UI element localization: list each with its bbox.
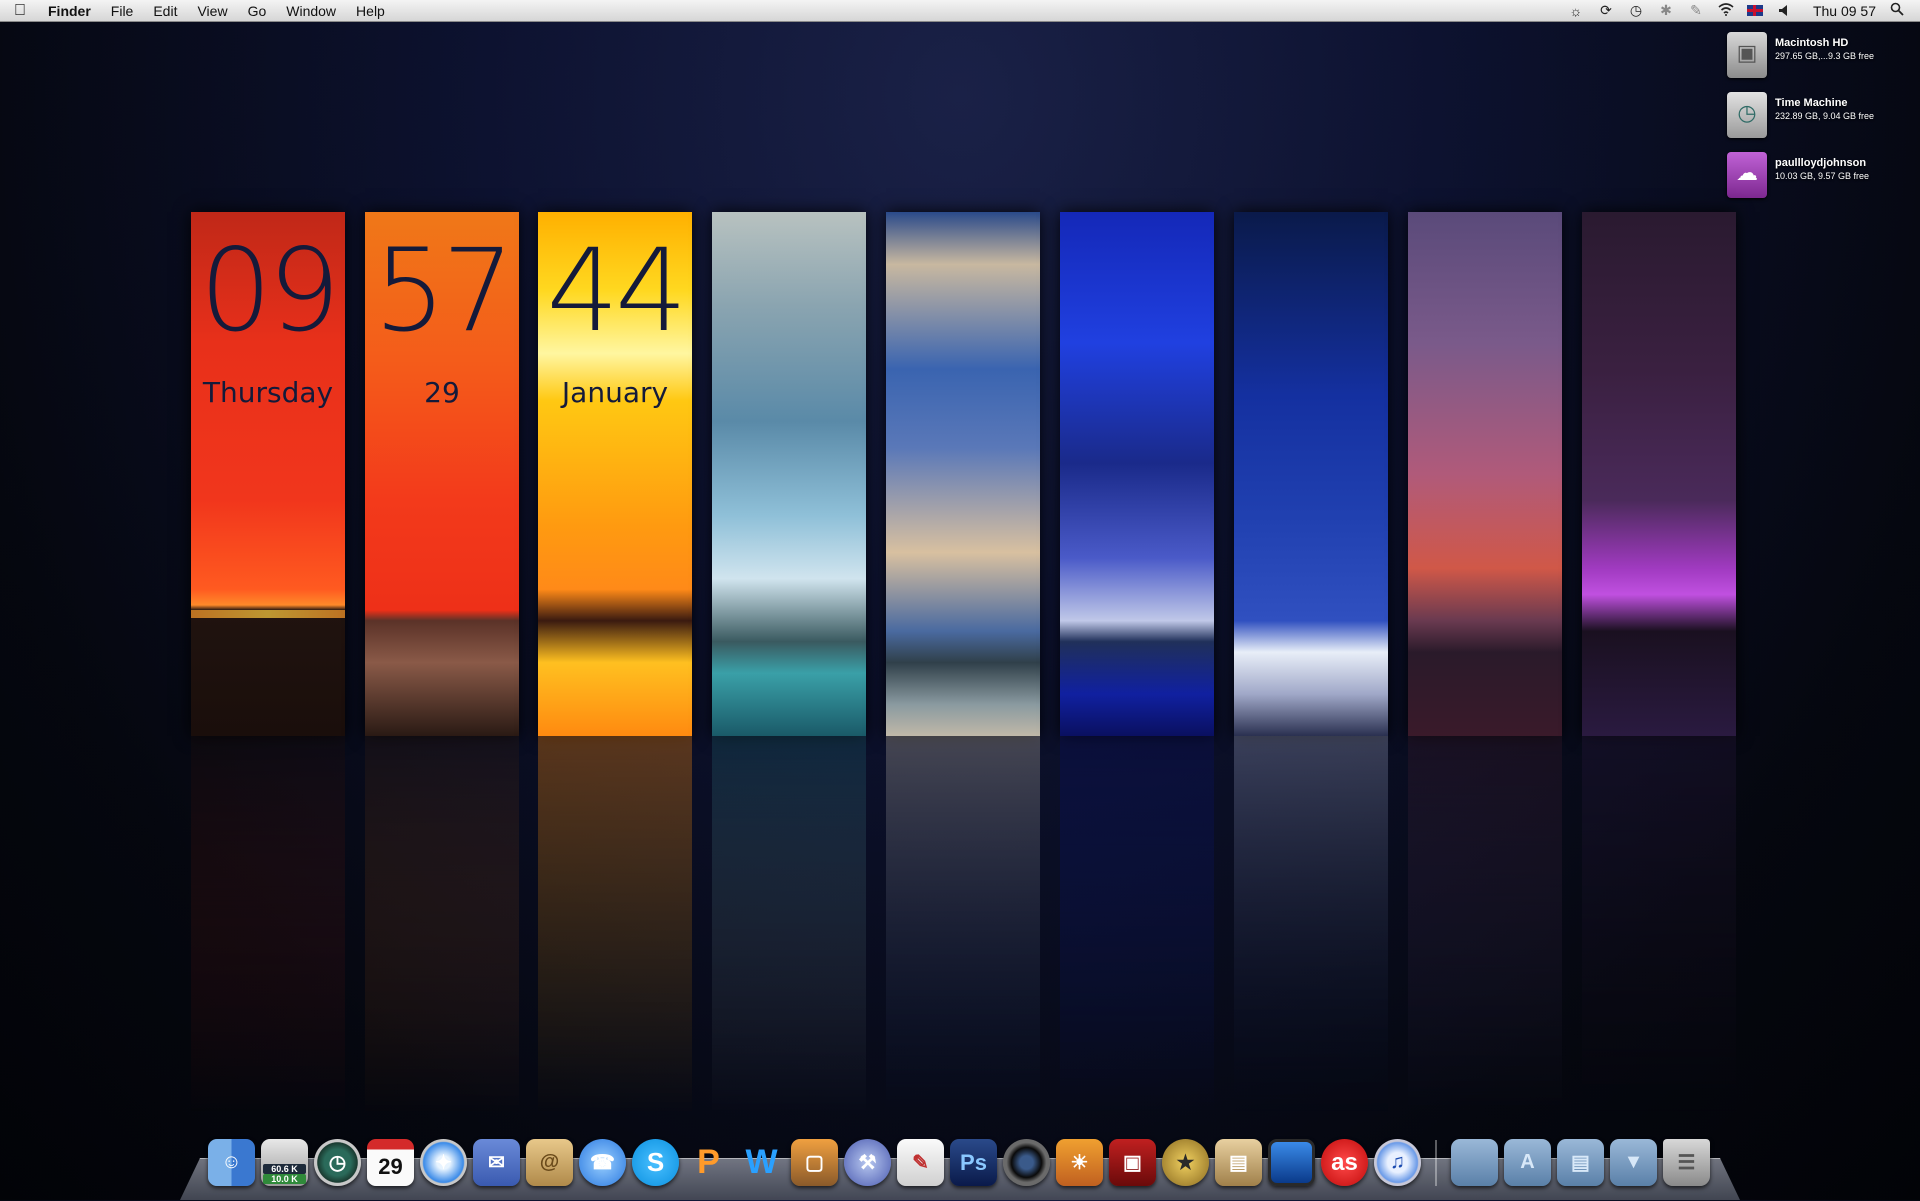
menu-file[interactable]: File (101, 3, 144, 19)
network-download-value: 10.0 K (263, 1174, 306, 1184)
downloads-folder-icon[interactable]: ▼ (1610, 1139, 1657, 1186)
wallpaper-panel-deep-blue (1060, 212, 1214, 736)
dock-separator (1435, 1140, 1437, 1186)
wallpaper-panel-orange: 57 29 (365, 212, 519, 736)
volume-icon[interactable] (1775, 3, 1793, 19)
keynote-icon[interactable]: ▢ (791, 1139, 838, 1186)
drive-time-machine[interactable]: ◷ Time Machine 232.89 GB, 9.04 GB free (1727, 92, 1917, 142)
sync-icon[interactable]: ⟳ (1597, 2, 1615, 19)
menu-window[interactable]: Window (276, 3, 346, 19)
drive-info: 297.65 GB,...9.3 GB free (1775, 51, 1875, 61)
panel-reflection (712, 736, 866, 1116)
clock-hours: 09 (199, 224, 340, 357)
panel-reflection (191, 736, 345, 1116)
panel-reflection (1234, 736, 1388, 1116)
safari-icon[interactable]: ✦ (420, 1139, 467, 1186)
panel-reflection (1060, 736, 1214, 1116)
skype-icon[interactable]: S (632, 1139, 679, 1186)
ical-day: 29 (378, 1153, 403, 1179)
numbers-icon[interactable]: W (738, 1139, 785, 1186)
search-icon[interactable] (1888, 2, 1906, 19)
lastfm-icon[interactable]: as (1321, 1139, 1368, 1186)
wallpaper-panel-blue-clouds (886, 212, 1040, 736)
photoshop-label: Ps (960, 1149, 987, 1175)
pages-icon[interactable]: P (685, 1139, 732, 1186)
textedit-icon[interactable]: ✎ (897, 1139, 944, 1186)
menu-app-name[interactable]: Finder (40, 3, 101, 19)
mail-icon[interactable]: ✉ (473, 1139, 520, 1186)
panel-reflection (365, 736, 519, 1116)
wallpaper-panel-purple (1408, 212, 1562, 736)
clock-day: Thursday (202, 376, 334, 409)
camera-icon[interactable] (1003, 1139, 1050, 1186)
wallpaper-panel-red: 09 Thursday (191, 212, 345, 736)
flag-uk-icon[interactable] (1746, 5, 1763, 16)
drive-name: Macintosh HD (1775, 37, 1849, 49)
bluetooth-icon[interactable]: ✱ (1657, 2, 1675, 19)
hard-drive-icon: ▣ (1727, 32, 1767, 78)
time-machine-icon[interactable]: ◷ (314, 1139, 361, 1186)
ical-icon[interactable]: 29 (367, 1139, 414, 1186)
wallpaper-panel-cyan (712, 212, 866, 736)
finder-icon[interactable]: ☺ (208, 1139, 255, 1186)
ichat-icon[interactable]: ☎ (579, 1139, 626, 1186)
drive-macintosh-hd[interactable]: ▣ Macintosh HD 297.65 GB,...9.3 GB free (1727, 32, 1917, 82)
cloud-icon: ☁ (1727, 152, 1767, 198)
status-area: ☼ ⟳ ◷ ✱ ✎ Thu 09 57 (1567, 2, 1920, 19)
network-monitor-icon[interactable]: 60.6 K 10.0 K (261, 1139, 308, 1186)
clock-seconds: 44 (546, 224, 687, 357)
xcode-icon[interactable]: ⚒ (844, 1139, 891, 1186)
dock: ☺ 60.6 K 10.0 K ◷ 29 ✦ ✉ @ ☎ S P W ▢ ⚒ ✎… (208, 1130, 1710, 1186)
iphoto-icon[interactable]: ☀ (1056, 1139, 1103, 1186)
photoshop-icon[interactable]: Ps (950, 1139, 997, 1186)
menu-go[interactable]: Go (238, 3, 277, 19)
tv-icon[interactable] (1268, 1139, 1315, 1186)
apple-icon[interactable]:  (0, 2, 40, 20)
clock-month: January (561, 376, 669, 409)
drive-name: paullloydjohnson (1775, 157, 1867, 169)
panel-reflection (886, 736, 1040, 1116)
documents-folder-icon[interactable]: ▤ (1557, 1139, 1604, 1186)
brightness-icon[interactable]: ☼ (1567, 3, 1585, 19)
applications-folder-icon[interactable]: A (1504, 1139, 1551, 1186)
menu-bar:  Finder File Edit View Go Window Help ☼… (0, 0, 1920, 22)
panel-reflection (538, 736, 692, 1116)
drive-info: 10.03 GB, 9.57 GB free (1775, 171, 1870, 181)
clock-minutes: 57 (373, 224, 514, 357)
drive-name: Time Machine (1775, 97, 1848, 109)
imovie-icon[interactable]: ★ (1162, 1139, 1209, 1186)
front-row-icon[interactable]: ▤ (1215, 1139, 1262, 1186)
wallpaper-panel-violet (1582, 212, 1736, 736)
panel-reflection (1408, 736, 1562, 1116)
time-machine-icon[interactable]: ◷ (1627, 2, 1645, 19)
itunes-icon[interactable]: ♫ (1374, 1139, 1421, 1186)
clock-date: 29 (424, 376, 460, 409)
address-book-icon[interactable]: @ (526, 1139, 573, 1186)
menu-clock[interactable]: Thu 09 57 (1813, 3, 1876, 19)
network-upload-value: 60.6 K (263, 1164, 306, 1174)
trash-icon[interactable]: ☰ (1663, 1139, 1710, 1186)
menu-edit[interactable]: Edit (143, 3, 187, 19)
drive-info: 232.89 GB, 9.04 GB free (1775, 111, 1875, 121)
menu-help[interactable]: Help (346, 3, 395, 19)
menu-view[interactable]: View (187, 3, 237, 19)
photo-booth-icon[interactable]: ▣ (1109, 1139, 1156, 1186)
pen-icon[interactable]: ✎ (1687, 2, 1705, 19)
wallpaper-panel-yellow: 44 January (538, 212, 692, 736)
panel-reflection (1582, 736, 1736, 1116)
wallpaper-panel-navy (1234, 212, 1388, 736)
time-machine-icon: ◷ (1727, 92, 1767, 138)
drive-cloud[interactable]: ☁ paullloydjohnson 10.03 GB, 9.57 GB fre… (1727, 152, 1917, 202)
wifi-icon[interactable] (1717, 2, 1735, 19)
folder-icon[interactable] (1451, 1139, 1498, 1186)
